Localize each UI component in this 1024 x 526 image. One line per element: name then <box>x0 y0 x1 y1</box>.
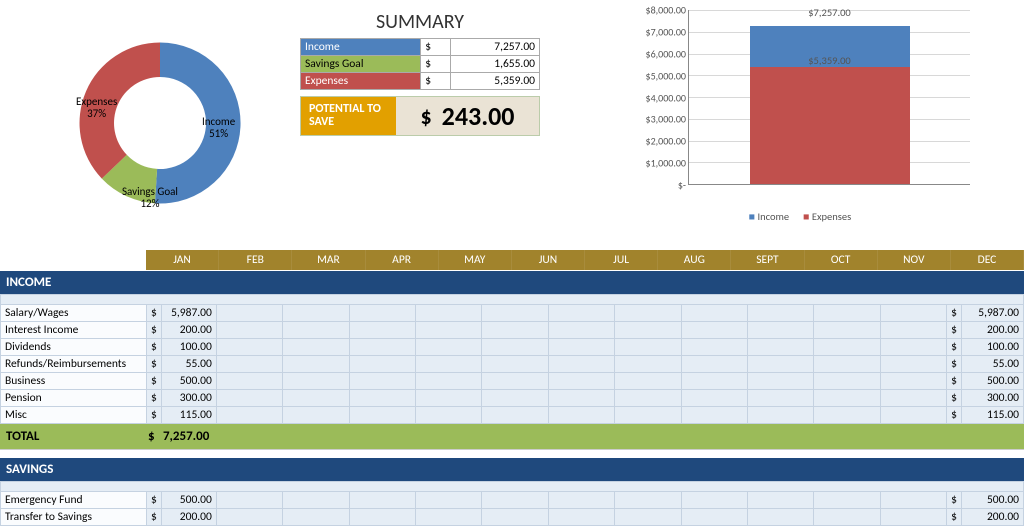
income-table: Salary/Wages $ 5,987.00 $ 5,987.00 Inter… <box>0 294 1024 424</box>
month-sep[interactable]: SEPT <box>731 250 804 270</box>
month-header-row: JAN FEB MAR APR MAY JUN JUL AUG SEPT OCT… <box>0 250 1024 270</box>
bar-legend: Income Expenses <box>749 210 851 223</box>
table-row: Dividends $ 100.00 $ 100.00 <box>1 339 1024 356</box>
summary-title: SUMMARY <box>300 10 540 34</box>
table-row: Emergency Fund $ 500.00 $ 500.00 <box>1 492 1024 509</box>
bar-chart: $8,000.00 $7,000.00 $6,000.00 $5,000.00 … <box>560 10 1024 244</box>
month-jun[interactable]: JUN <box>512 250 585 270</box>
table-row: Misc $ 115.00 $ 115.00 <box>1 407 1024 424</box>
savings-table: Emergency Fund $ 500.00 $ 500.00 Transfe… <box>0 481 1024 526</box>
summary-table: Income $ 7,257.00 Savings Goal $ 1,655.0… <box>300 38 540 90</box>
month-feb[interactable]: FEB <box>219 250 292 270</box>
month-jan[interactable]: JAN <box>146 250 219 270</box>
month-apr[interactable]: APR <box>366 250 439 270</box>
summary-expenses-label: Expenses <box>301 73 421 90</box>
month-aug[interactable]: AUG <box>658 250 731 270</box>
month-mar[interactable]: MAR <box>292 250 365 270</box>
table-row: Salary/Wages $ 5,987.00 $ 5,987.00 <box>1 305 1024 322</box>
month-may[interactable]: MAY <box>439 250 512 270</box>
potential-to-save: POTENTIAL TO SAVE $ 243.00 <box>300 96 540 136</box>
summary-income-label: Income <box>301 39 421 56</box>
bar-expenses <box>750 67 910 184</box>
donut-savings-label: Savings Goal12% <box>122 186 178 210</box>
month-dec[interactable]: DEC <box>951 250 1024 270</box>
month-oct[interactable]: OCT <box>805 250 878 270</box>
income-section-header: INCOME <box>0 270 1024 294</box>
bar-mid-label: $5,359.00 <box>689 54 970 67</box>
summary-savings-label: Savings Goal <box>301 56 421 73</box>
bar-top-label: $7,257.00 <box>689 6 970 19</box>
summary-table-block: SUMMARY Income $ 7,257.00 Savings Goal $… <box>300 10 540 244</box>
table-row: Transfer to Savings $ 200.00 $ 200.00 <box>1 509 1024 526</box>
savings-section-header: SAVINGS <box>0 457 1024 481</box>
donut-chart: Income51% Savings Goal12% Expenses37% <box>40 8 280 238</box>
income-total-row: TOTAL $ 7,257.00 <box>0 424 1024 449</box>
summary-panel: Income51% Savings Goal12% Expenses37% SU… <box>0 0 1024 250</box>
donut-expenses-label: Expenses37% <box>76 96 117 120</box>
table-row: Refunds/Reimbursements $ 55.00 $ 55.00 <box>1 356 1024 373</box>
month-nov[interactable]: NOV <box>878 250 951 270</box>
month-jul[interactable]: JUL <box>585 250 658 270</box>
table-row: Pension $ 300.00 $ 300.00 <box>1 390 1024 407</box>
table-row: Business $ 500.00 $ 500.00 <box>1 373 1024 390</box>
donut-income-label: Income51% <box>202 116 235 140</box>
table-row: Interest Income $ 200.00 $ 200.00 <box>1 322 1024 339</box>
